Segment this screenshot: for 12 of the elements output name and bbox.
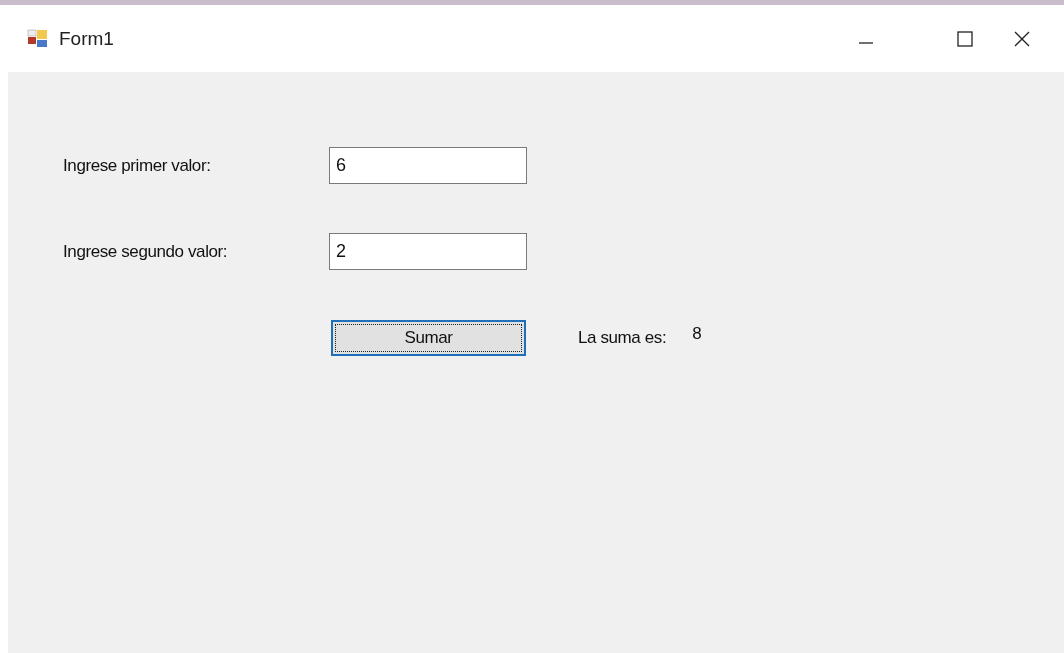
field-label: Ingrese segundo valor: <box>63 241 229 262</box>
result-value: 8 <box>692 323 702 344</box>
window-title: Form1 <box>59 27 115 50</box>
close-icon <box>1013 29 1031 48</box>
sum-button[interactable]: Sumar <box>331 319 526 356</box>
result-label: La suma es: <box>578 327 667 348</box>
minimize-icon <box>858 41 874 44</box>
input-field[interactable]: 2 <box>329 233 527 270</box>
field-label: Ingrese primer valor: <box>63 155 212 176</box>
maximize-icon <box>956 29 974 48</box>
input-field[interactable]: 6 <box>329 147 527 184</box>
app-icon <box>27 28 49 49</box>
